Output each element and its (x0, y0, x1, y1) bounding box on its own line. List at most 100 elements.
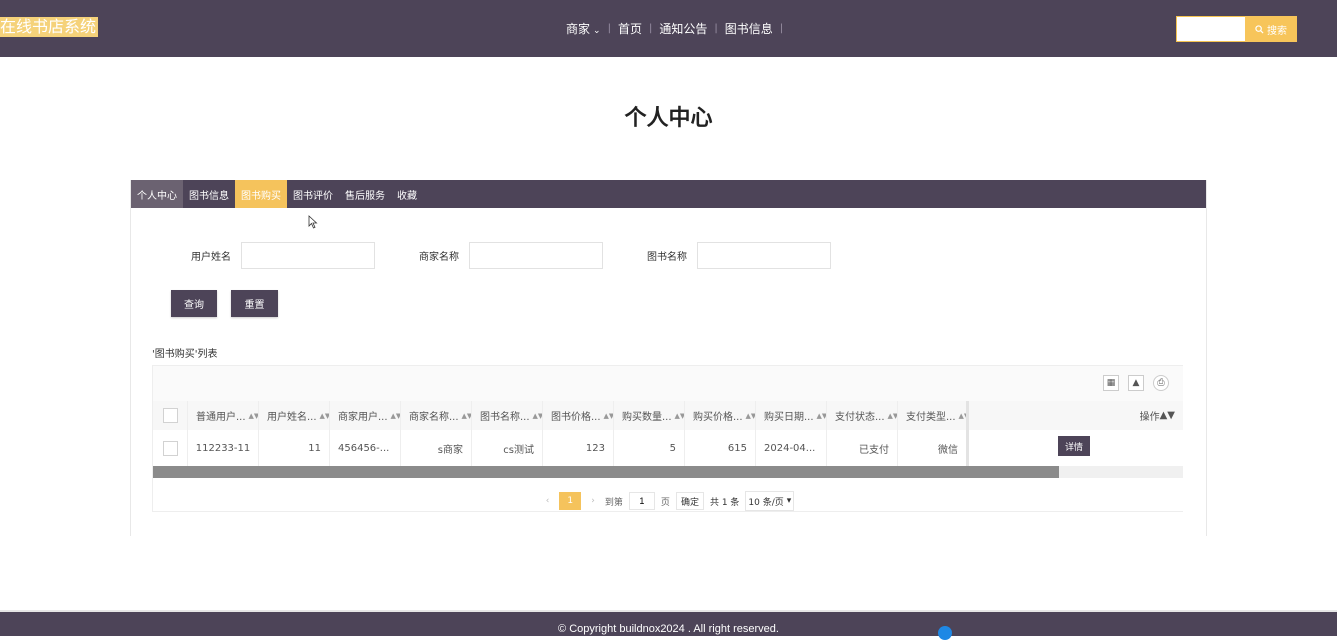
column-header[interactable]: 普通用户... ▲▼ (188, 401, 259, 430)
column-header[interactable]: 购买日期... ▲▼ (756, 401, 827, 430)
floating-help-icon[interactable] (938, 626, 952, 640)
column-header[interactable]: 支付类型... ▲▼ (898, 401, 969, 430)
tab-book-purchase[interactable]: 图书购买 (235, 180, 287, 208)
table-cell: 123 (543, 430, 614, 466)
column-label: 图书名称... (480, 412, 530, 423)
column-header[interactable]: 用户姓名... ▲▼ (259, 401, 330, 430)
column-label: 购买日期... (764, 412, 814, 423)
tab-book-info[interactable]: 图书信息 (183, 180, 235, 208)
page-size-select[interactable]: 10 条/页 ▾ (745, 491, 795, 511)
tab-favorites[interactable]: 收藏 (391, 180, 423, 208)
sort-icon: ▲▼ (887, 411, 898, 420)
column-header[interactable]: 支付状态... ▲▼ (827, 401, 898, 430)
column-label: 普通用户... (196, 412, 246, 423)
goto-confirm-button[interactable]: 确定 (675, 492, 704, 510)
total-count: 共 1 条 (709, 497, 740, 508)
next-page-icon[interactable]: › (587, 496, 599, 506)
table-cell: 2024-04... (756, 430, 827, 466)
username-field[interactable] (241, 242, 375, 269)
sort-icon: ▲▼ (958, 411, 969, 420)
column-label: 用户姓名... (267, 412, 317, 423)
column-header-actions[interactable]: 操作 ▲▼ (971, 401, 1183, 430)
sort-icon: ▲▼ (319, 411, 330, 420)
goto-page-input[interactable] (628, 492, 655, 510)
column-label: 支付状态... (835, 412, 885, 423)
filter-label-merchant: 商家名称 (419, 252, 459, 263)
main-nav: 商家 ⌄ | 首页 | 通知公告 | 图书信息 | (560, 19, 784, 37)
table-cell: 11 (259, 430, 330, 466)
mouse-pointer-icon (308, 215, 318, 229)
row-select-cell (153, 430, 188, 466)
tab-profile[interactable]: 个人中心 (131, 180, 183, 208)
sort-icon: ▲▼ (816, 411, 827, 420)
nav-label: 商家 (566, 21, 591, 36)
page-size-value: 10 条/页 (748, 497, 784, 508)
nav-item-merchant[interactable]: 商家 ⌄ (560, 20, 607, 37)
query-button[interactable]: 查询 (171, 290, 217, 317)
table-cell: 615 (685, 430, 756, 466)
nav-item-notice[interactable]: 通知公告 (653, 20, 713, 37)
search-icon (1255, 24, 1264, 34)
column-label: 操作 (1139, 412, 1160, 423)
column-label: 支付类型... (906, 412, 956, 423)
sort-icon: ▲▼ (461, 411, 472, 420)
bookname-field[interactable] (697, 242, 831, 269)
page-unit: 页 (660, 497, 670, 508)
center-tabs: 个人中心 图书信息 图书购买 图书评价 售后服务 收藏 (131, 180, 1206, 208)
sort-icon: ▲▼ (674, 411, 685, 420)
search-button-label: 搜索 (1267, 25, 1287, 37)
select-all-checkbox[interactable] (162, 408, 178, 423)
nav-item-books[interactable]: 图书信息 (719, 20, 779, 37)
horizontal-scrollbar[interactable] (153, 466, 1183, 478)
table-cell: 已支付 (827, 430, 898, 466)
copyright-text: © Copyright buildnox2024 . All right res… (558, 623, 779, 635)
tab-book-review[interactable]: 图书评价 (287, 180, 339, 208)
column-header[interactable]: 图书价格... ▲▼ (543, 401, 614, 430)
column-header[interactable]: 商家名称... ▲▼ (401, 401, 472, 430)
column-label: 商家用户... (338, 412, 388, 423)
list-title: '图书购买'列表 (152, 349, 218, 360)
search-input[interactable] (1176, 16, 1246, 42)
filter-label-bookname: 图书名称 (647, 252, 687, 263)
column-label: 购买价格... (693, 412, 743, 423)
sort-icon: ▲▼ (390, 411, 401, 420)
table-cell: s商家 (401, 430, 472, 466)
table-cell: cs测试 (472, 430, 543, 466)
sort-icon: ▲▼ (745, 411, 756, 420)
goto-label: 到第 (604, 497, 623, 508)
filter-label-username: 用户姓名 (191, 252, 231, 263)
table-cell: 5 (614, 430, 685, 466)
current-page[interactable]: 1 (559, 492, 582, 510)
nav-separator: | (779, 22, 784, 34)
table-cell: 456456-... (330, 430, 401, 466)
site-logo[interactable]: 在线书店系统 (0, 17, 99, 37)
nav-item-home[interactable]: 首页 (612, 20, 648, 37)
column-header[interactable]: 购买价格... ▲▼ (685, 401, 756, 430)
chevron-down-icon: ▾ (786, 496, 792, 506)
column-label: 购买数量... (622, 412, 672, 423)
table-row[interactable]: 112233-11 11 456456-... s商家 cs测试 123 5 6… (153, 430, 1183, 466)
detail-button[interactable]: 详情 (1058, 436, 1090, 456)
tab-after-sales[interactable]: 售后服务 (339, 180, 391, 208)
search-button[interactable]: 搜索 (1245, 16, 1297, 42)
top-navbar: 在线书店系统 商家 ⌄ | 首页 | 通知公告 | 图书信息 | 搜索 (0, 0, 1337, 57)
page-title: 个人中心 (624, 106, 713, 131)
table-cell: 112233-11 (188, 430, 259, 466)
sort-icon: ▲▼ (603, 411, 614, 420)
column-header[interactable]: 购买数量... ▲▼ (614, 401, 685, 430)
print-icon[interactable]: ⎙ (1153, 375, 1169, 391)
column-label: 商家名称... (409, 412, 459, 423)
scrollbar-thumb[interactable] (153, 466, 1060, 478)
merchant-field[interactable] (469, 242, 603, 269)
chevron-down-icon: ⌄ (593, 25, 601, 36)
reset-button[interactable]: 重置 (231, 290, 278, 317)
sort-icon: ▲▼ (532, 411, 543, 420)
column-header[interactable]: 图书名称... ▲▼ (472, 401, 543, 430)
column-header[interactable]: 商家用户... ▲▼ (330, 401, 401, 430)
export-icon[interactable]: ▲ (1128, 375, 1144, 391)
sort-icon: ▲▼ (248, 411, 259, 420)
row-checkbox[interactable] (162, 440, 178, 456)
prev-page-icon[interactable]: ‹ (542, 496, 554, 506)
table-cell: 微信 (898, 430, 969, 466)
columns-icon[interactable]: ▦ (1103, 375, 1119, 391)
